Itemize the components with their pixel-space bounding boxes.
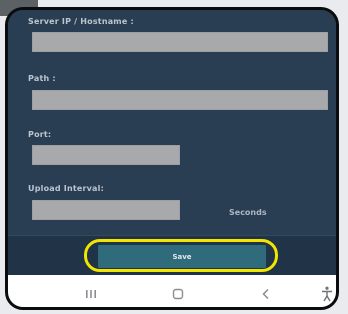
back-icon: [261, 288, 271, 300]
save-button[interactable]: Save: [98, 245, 266, 268]
android-nav-bar: [8, 275, 336, 307]
home-button[interactable]: [166, 283, 190, 305]
accessibility-button[interactable]: [315, 283, 336, 305]
upload-interval-label: Upload Interval:: [28, 184, 104, 193]
recents-icon: [85, 289, 97, 299]
server-input[interactable]: [32, 32, 328, 52]
home-icon: [172, 288, 184, 300]
port-label: Port:: [28, 130, 52, 139]
button-bar: Save: [8, 235, 336, 276]
path-input[interactable]: [32, 90, 328, 110]
path-label: Path :: [28, 74, 56, 83]
port-input[interactable]: [32, 145, 180, 165]
interval-unit-label: Seconds: [229, 208, 267, 217]
accessibility-icon: [321, 286, 333, 302]
phone-screen: Server IP / Hostname : Path : Port: Uplo…: [5, 7, 339, 310]
settings-form: Server IP / Hostname : Path : Port: Uplo…: [8, 10, 336, 235]
server-label: Server IP / Hostname :: [28, 17, 134, 26]
recents-button[interactable]: [79, 283, 103, 305]
upload-interval-input[interactable]: [32, 200, 180, 220]
back-button[interactable]: [254, 283, 278, 305]
screenshot-stage: Server IP / Hostname : Path : Port: Uplo…: [0, 0, 348, 314]
